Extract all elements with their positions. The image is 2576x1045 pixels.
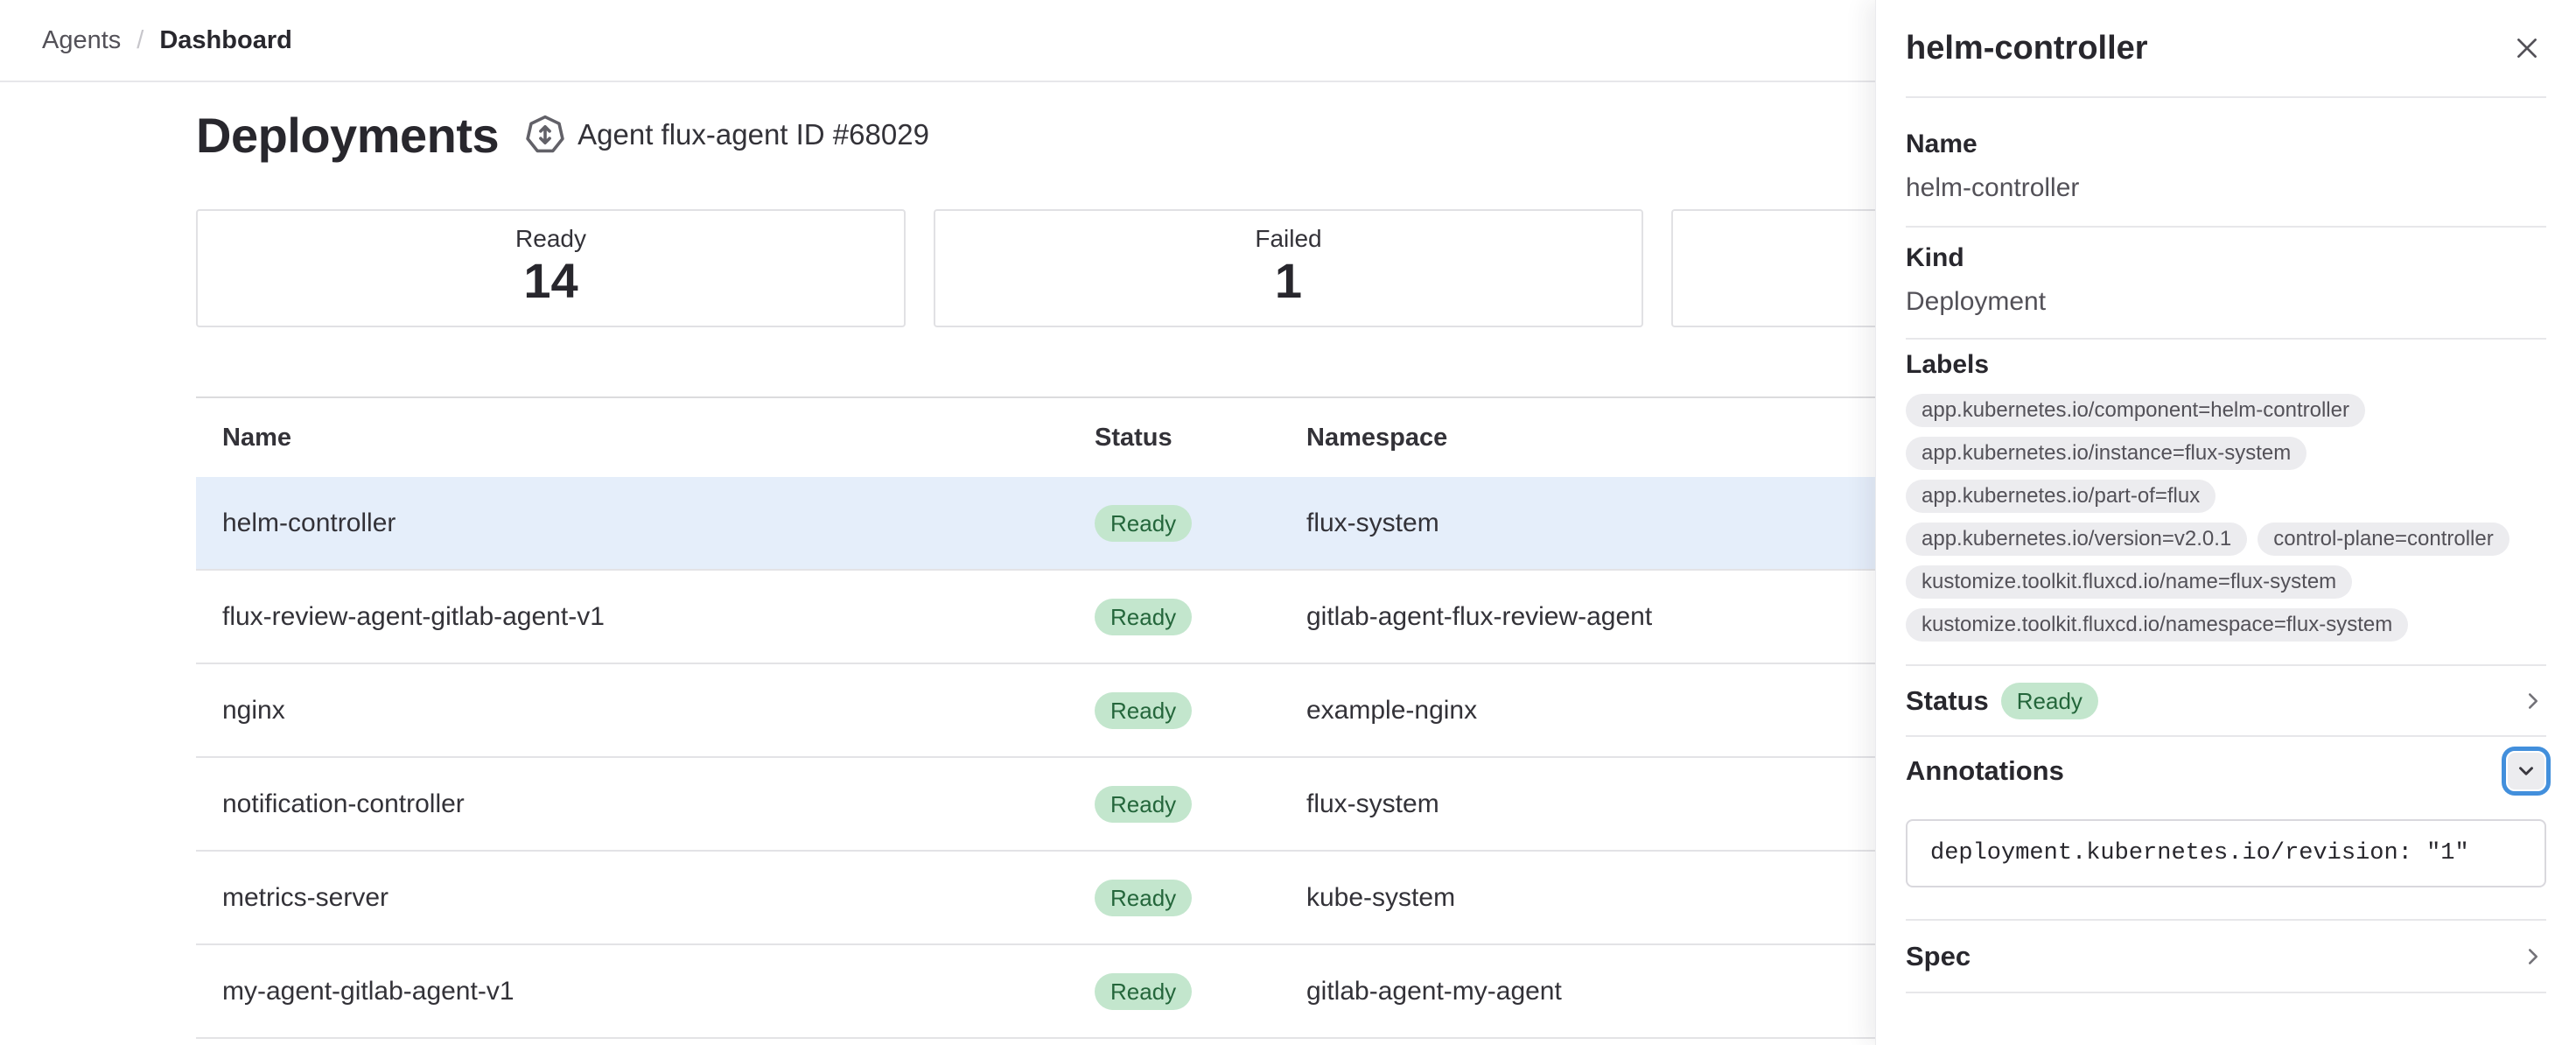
- annotations-code: deployment.kubernetes.io/revision: "1": [1906, 819, 2546, 887]
- deployment-name: notification-controller: [196, 789, 1095, 819]
- drawer-section-name: Name helm-controller: [1906, 98, 2546, 228]
- label-chip: app.kubernetes.io/component=helm-control…: [1906, 394, 2365, 427]
- collapse-annotations-button[interactable]: [2506, 751, 2546, 791]
- details-drawer: helm-controller Name helm-controller Kin…: [1875, 0, 2576, 1045]
- status-badge: Ready: [1095, 599, 1192, 635]
- agent-id-text: Agent flux-agent ID #68029: [578, 118, 929, 151]
- card-label: Failed: [1255, 225, 1321, 253]
- card-ready: Ready 14: [196, 209, 906, 327]
- column-header-status: Status: [1095, 424, 1306, 452]
- breadcrumb-item-agents[interactable]: Agents: [42, 26, 121, 55]
- label-chip: app.kubernetes.io/instance=flux-system: [1906, 437, 2306, 470]
- deployment-name: flux-review-agent-gitlab-agent-v1: [196, 602, 1095, 632]
- deployment-name: helm-controller: [196, 508, 1095, 538]
- agent-icon: [525, 115, 565, 155]
- label-chip: kustomize.toolkit.fluxcd.io/name=flux-sy…: [1906, 565, 2352, 599]
- field-value: Deployment: [1906, 287, 2546, 317]
- drawer-section-status[interactable]: Status Ready: [1906, 666, 2546, 737]
- field-label: Kind: [1906, 243, 2546, 273]
- breadcrumb-separator: /: [136, 26, 144, 55]
- breadcrumb-item-dashboard: Dashboard: [159, 26, 291, 55]
- column-header-name: Name: [196, 424, 1095, 452]
- drawer-title: helm-controller: [1906, 30, 2148, 67]
- label-chip: app.kubernetes.io/version=v2.0.1: [1906, 522, 2247, 556]
- field-label: Name: [1906, 130, 2546, 159]
- drawer-section-kind: Kind Deployment: [1906, 228, 2546, 340]
- close-drawer-button[interactable]: [2508, 29, 2546, 67]
- deployment-name: nginx: [196, 696, 1095, 726]
- field-label: Labels: [1906, 350, 2546, 380]
- card-value: 14: [523, 253, 578, 309]
- section-heading: Spec: [1906, 941, 1970, 972]
- chevron-right-icon[interactable]: [2520, 943, 2546, 970]
- label-chip: control-plane=controller: [2258, 522, 2509, 556]
- status-badge: Ready: [1095, 973, 1192, 1010]
- close-icon: [2512, 33, 2542, 63]
- label-chips: app.kubernetes.io/component=helm-control…: [1906, 394, 2546, 642]
- drawer-section-annotations: Annotations deployment.kubernetes.io/rev…: [1906, 737, 2546, 921]
- status-badge: Ready: [1095, 786, 1192, 823]
- deployment-name: my-agent-gitlab-agent-v1: [196, 977, 1095, 1006]
- status-badge: Ready: [1095, 880, 1192, 916]
- label-chip: kustomize.toolkit.fluxcd.io/namespace=fl…: [1906, 608, 2408, 642]
- label-chip: app.kubernetes.io/part-of=flux: [1906, 480, 2216, 513]
- section-heading: Annotations: [1906, 755, 2064, 787]
- chevron-down-icon: [2515, 760, 2538, 782]
- field-value: helm-controller: [1906, 173, 2546, 203]
- card-failed: Failed 1: [934, 209, 1643, 327]
- annotations-header: Annotations: [1906, 749, 2546, 793]
- breadcrumb: Agents / Dashboard: [42, 26, 292, 55]
- section-heading: Status: [1906, 685, 1989, 717]
- status-badge: Ready: [1095, 505, 1192, 542]
- drawer-section-spec[interactable]: Spec: [1906, 921, 2546, 993]
- agent-info: Agent flux-agent ID #68029: [525, 115, 929, 155]
- card-label: Ready: [515, 225, 586, 253]
- card-value: 1: [1275, 253, 1302, 309]
- deployment-name: metrics-server: [196, 883, 1095, 913]
- chevron-right-icon[interactable]: [2520, 688, 2546, 714]
- drawer-header: helm-controller: [1906, 0, 2546, 98]
- status-badge: Ready: [1095, 692, 1192, 729]
- drawer-section-labels: Labels app.kubernetes.io/component=helm-…: [1906, 340, 2546, 666]
- status-badge: Ready: [2001, 683, 2098, 719]
- page-title: Deployments: [196, 107, 499, 164]
